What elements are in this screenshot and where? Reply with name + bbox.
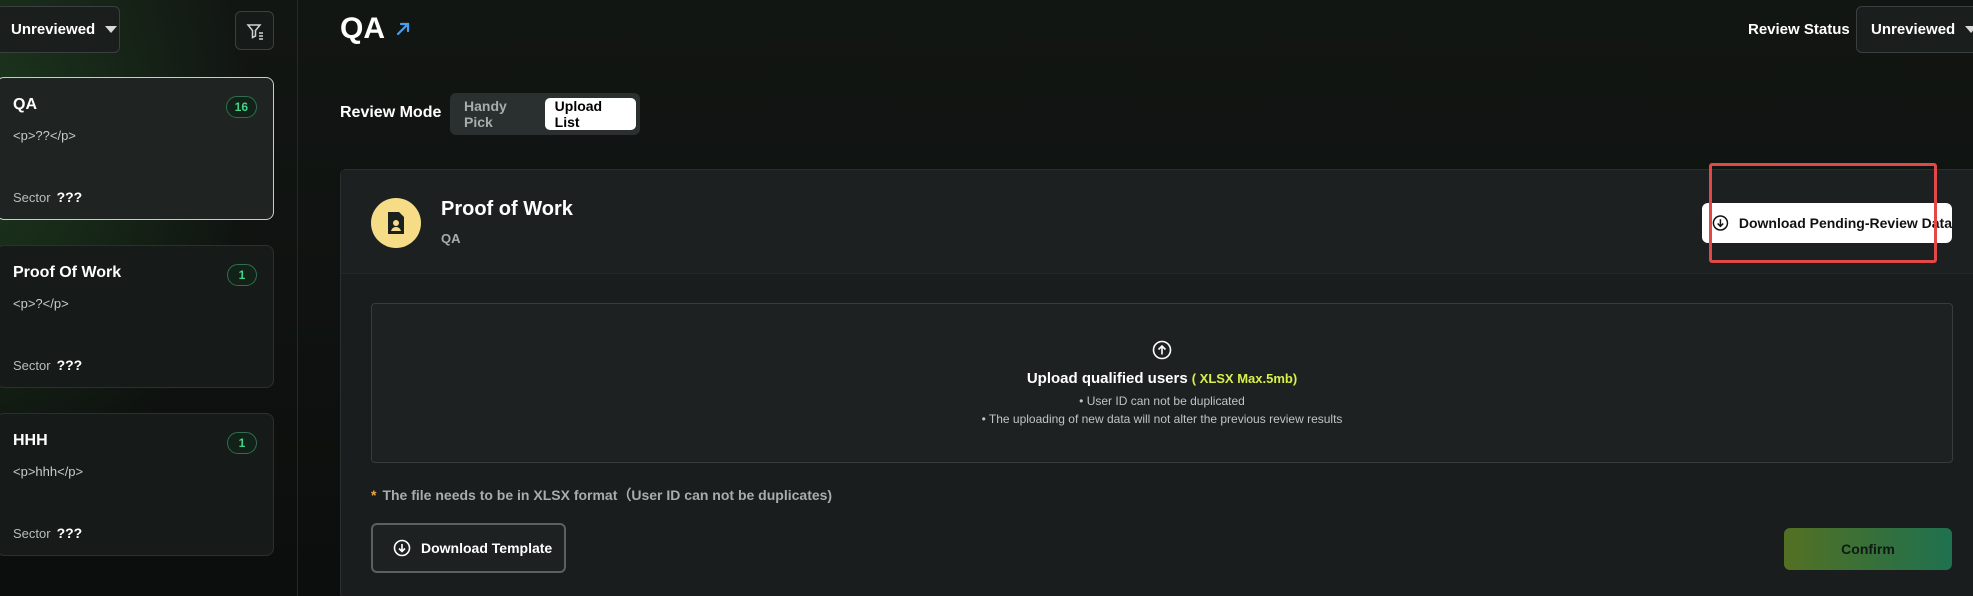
sidebar-status-filter-select[interactable]: Unreviewed <box>0 6 120 53</box>
panel-subtitle: QA <box>441 231 461 246</box>
page-title-text: QA <box>340 12 385 45</box>
upload-title: Upload qualified users( XLSX Max.5mb) <box>372 370 1952 387</box>
upload-format-hint: ( XLSX Max.5mb) <box>1191 371 1298 386</box>
card-title: HHH <box>13 432 48 449</box>
list-item-card[interactable]: QA 16 <p>??</p> Sector??? <box>0 77 274 220</box>
upload-title-text: Upload qualified users <box>1026 370 1188 387</box>
filter-button[interactable] <box>235 11 274 50</box>
review-mode-toggle: Handy Pick Upload List <box>450 93 640 135</box>
page-title: QA <box>340 12 413 46</box>
chevron-down-icon <box>105 26 118 33</box>
filter-icon <box>245 23 263 40</box>
document-user-icon <box>371 198 421 248</box>
card-sector: Sector??? <box>13 525 82 541</box>
download-pending-review-data-label: Download Pending-Review Data <box>1738 215 1952 231</box>
app: Unreviewed QA 16 <p>??</p> Sector??? Pro… <box>0 0 1973 596</box>
review-status-select[interactable]: Unreviewed <box>1856 6 1973 53</box>
upload-panel: Proof of Work QA Download Pending-Review… <box>340 169 1973 596</box>
review-status-label: Review Status <box>1748 21 1850 38</box>
confirm-button[interactable]: Confirm <box>1784 528 1952 570</box>
sidebar: Unreviewed QA 16 <p>??</p> Sector??? Pro… <box>0 0 298 596</box>
card-sector-label: Sector <box>13 526 51 541</box>
panel-header: Proof of Work QA Download Pending-Review… <box>341 170 1973 274</box>
format-note: * The file needs to be in XLSX format（Use… <box>371 485 832 505</box>
card-sector-value: ??? <box>56 525 83 541</box>
card-count-badge: 1 <box>227 432 257 454</box>
download-template-label: Download Template <box>421 540 553 556</box>
review-mode-label: Review Mode <box>340 104 442 121</box>
download-template-button[interactable]: Download Template <box>371 523 566 573</box>
card-sector-value: ??? <box>56 357 83 373</box>
card-title: QA <box>13 96 37 113</box>
upload-rule: • User ID can not be duplicated <box>1079 394 1245 408</box>
external-link-arrow-icon[interactable] <box>393 19 413 39</box>
card-description: <p>?</p> <box>13 296 69 311</box>
review-mode-upload-list[interactable]: Upload List <box>544 98 636 130</box>
list-item-card[interactable]: Proof Of Work 1 <p>?</p> Sector??? <box>0 245 274 388</box>
download-pending-review-data-button[interactable]: Download Pending-Review Data <box>1702 203 1952 243</box>
upload-rule: • The uploading of new data will not alt… <box>981 412 1343 426</box>
card-sector-value: ??? <box>56 189 83 205</box>
download-circle-icon <box>1712 215 1729 231</box>
upload-dropzone[interactable]: Upload qualified users( XLSX Max.5mb) • … <box>371 303 1953 463</box>
card-sector: Sector??? <box>13 189 82 205</box>
review-mode-handy-pick[interactable]: Handy Pick <box>454 98 545 130</box>
download-circle-icon <box>393 539 411 557</box>
list-item-card[interactable]: HHH 1 <p>hhh</p> Sector??? <box>0 413 274 556</box>
card-sector: Sector??? <box>13 357 82 373</box>
format-note-text: The file needs to be in XLSX format（User… <box>382 487 833 503</box>
required-asterisk-icon: * <box>371 487 377 503</box>
card-description: <p>??</p> <box>13 128 76 143</box>
card-description: <p>hhh</p> <box>13 464 84 479</box>
card-sector-label: Sector <box>13 358 51 373</box>
sidebar-status-filter-value: Unreviewed <box>11 21 96 38</box>
panel-title: Proof of Work <box>441 198 573 220</box>
card-sector-label: Sector <box>13 190 51 205</box>
card-count-badge: 16 <box>225 96 257 118</box>
upload-circle-icon <box>1152 340 1172 360</box>
chevron-down-icon <box>1965 26 1973 33</box>
card-count-badge: 1 <box>227 264 257 286</box>
card-title: Proof Of Work <box>13 264 122 281</box>
review-status-value: Unreviewed <box>1871 21 1956 38</box>
